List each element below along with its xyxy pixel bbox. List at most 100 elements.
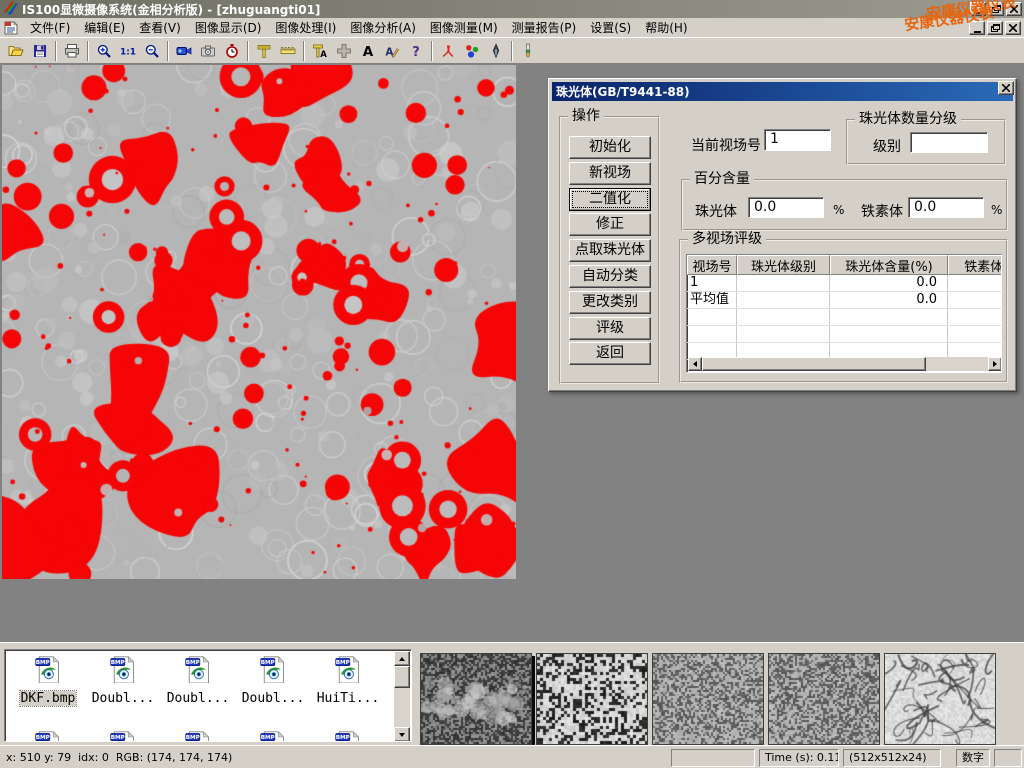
current-view-input[interactable]: 1 [764,129,831,151]
pen-tool-button[interactable] [484,40,508,62]
move-tool-button[interactable] [332,40,356,62]
table-row[interactable] [687,309,1001,326]
pearlite-percent-input[interactable]: 0.0 [748,197,824,218]
preview-thumbnail-4[interactable] [768,653,880,745]
toolbar: 1:1AAA? [0,38,1024,64]
file-item-partial[interactable]: BMP [11,730,85,742]
table-header-4[interactable]: 铁素体含量(%) [948,255,1002,275]
metallograph-image[interactable] [2,65,516,579]
timer-tool-button[interactable] [220,40,244,62]
file-item-partial[interactable]: BMP [161,730,235,742]
close-button[interactable] [1006,2,1022,16]
ruler-tool-button[interactable] [276,40,300,62]
rating-table: 视场号珠光体级别珠光体含量(%)铁素体含量(%) 10.0平均值0.0 [686,254,1002,373]
camera-tool-button[interactable] [196,40,220,62]
menu-item-8[interactable]: 测量报告(P) [505,17,584,38]
curve-tool-button[interactable] [436,40,460,62]
file-item[interactable]: BMPDKF.bmp [11,655,85,706]
grade-input[interactable] [910,132,988,153]
op-button-9[interactable]: 返回 [569,342,651,365]
op-button-2[interactable]: 新视场 [569,162,651,185]
table-row[interactable] [687,326,1001,343]
table-header-1[interactable]: 视场号 [687,255,737,275]
percent-group-label: 百分含量 [690,172,754,186]
text-tool-button[interactable]: A [356,40,380,62]
table-header-2[interactable]: 珠光体级别 [737,255,830,275]
scroll-down-button[interactable] [394,727,410,742]
preview-thumbnail-1[interactable] [420,653,532,745]
dialog-close-button[interactable] [998,81,1014,95]
scroll-up-button[interactable] [394,651,410,666]
annotate-tool-button[interactable]: A [380,40,404,62]
op-button-3[interactable]: 二值化 [569,188,651,211]
op-button-6[interactable]: 自动分类 [569,265,651,288]
op-button-8[interactable]: 评级 [569,317,651,340]
menu-item-5[interactable]: 图像处理(I) [268,17,343,38]
caliper-tool-button[interactable] [252,40,276,62]
file-item-partial[interactable]: BMP [236,730,310,742]
toolbar-separator [431,41,433,61]
minimize-button[interactable] [970,2,986,16]
print-tool-button[interactable] [60,40,84,62]
table-row[interactable]: 10.0 [687,275,1001,292]
op-button-1[interactable]: 初始化 [569,136,651,159]
menu-item-9[interactable]: 设置(S) [583,17,638,38]
table-row[interactable]: 平均值0.0 [687,292,1001,309]
child-close-button[interactable] [1005,21,1021,35]
table-cell: 平均值 [687,292,737,308]
file-item[interactable]: BMPDoubl... [86,655,160,706]
restore-icon [992,5,1001,13]
menu-item-7[interactable]: 图像测量(M) [423,17,505,38]
arrow-left-icon [693,361,697,367]
preview-thumbnail-2[interactable] [536,653,648,745]
ferrite-percent-input[interactable]: 0.0 [908,197,984,218]
restore-button[interactable] [988,2,1004,16]
op-button-5[interactable]: 点取珠光体 [569,239,651,262]
file-list-scrollbar[interactable] [394,651,410,742]
preview-thumbnail-3[interactable] [652,653,764,745]
file-item-partial[interactable]: BMP [86,730,160,742]
table-header-3[interactable]: 珠光体含量(%) [830,255,948,275]
menu-item-4[interactable]: 图像显示(D) [188,17,269,38]
bmp-file-icon: BMP [259,655,287,683]
menu-item-6[interactable]: 图像分析(A) [343,17,423,38]
menu-item-1[interactable]: 文件(F) [23,17,77,38]
toolbar-separator [87,41,89,61]
preview-thumbnail-5[interactable] [884,653,996,745]
operation-group-label: 操作 [568,109,604,123]
child-restore-button[interactable] [987,21,1003,35]
table-h-scrollbar[interactable] [688,357,1002,371]
file-item-partial[interactable]: BMP [311,730,385,742]
scroll-left-button[interactable] [688,357,702,371]
save-tool-button[interactable] [28,40,52,62]
zoom-in-tool-button[interactable] [92,40,116,62]
open-tool-button[interactable] [4,40,28,62]
close-icon [1009,24,1017,32]
op-button-4[interactable]: 修正 [569,213,651,236]
file-name: HuiTi... [316,691,381,706]
op-button-7[interactable]: 更改类别 [569,291,651,314]
child-minimize-button[interactable] [969,21,985,35]
table-cell [830,309,948,325]
menu-item-10[interactable]: 帮助(H) [638,17,694,38]
percent-sign: % [833,203,844,217]
video-camera-tool-button[interactable] [172,40,196,62]
help-tool-button[interactable]: ? [404,40,428,62]
file-item[interactable]: BMPDoubl... [161,655,235,706]
table-cell [948,292,1002,308]
scroll-right-button[interactable] [988,357,1002,371]
brush-tool-button[interactable] [516,40,540,62]
actual-size-tool-button[interactable]: 1:1 [116,40,140,62]
zoom-out-tool-button[interactable] [140,40,164,62]
measure-text-tool-button[interactable]: A [308,40,332,62]
scrollbar-thumb[interactable] [702,357,926,371]
menu-item-2[interactable]: 编辑(E) [77,17,132,38]
file-item[interactable]: BMPHuiTi... [311,655,385,706]
scrollbar-thumb[interactable] [394,666,410,688]
minimize-icon [974,31,981,33]
classify-tool-button[interactable] [460,40,484,62]
dialog-titlebar[interactable]: 珠光体(GB/T9441-88) [552,82,1013,101]
file-item[interactable]: BMPDoubl... [236,655,310,706]
svg-text:BMP: BMP [261,735,275,741]
menu-item-3[interactable]: 查看(V) [132,17,188,38]
